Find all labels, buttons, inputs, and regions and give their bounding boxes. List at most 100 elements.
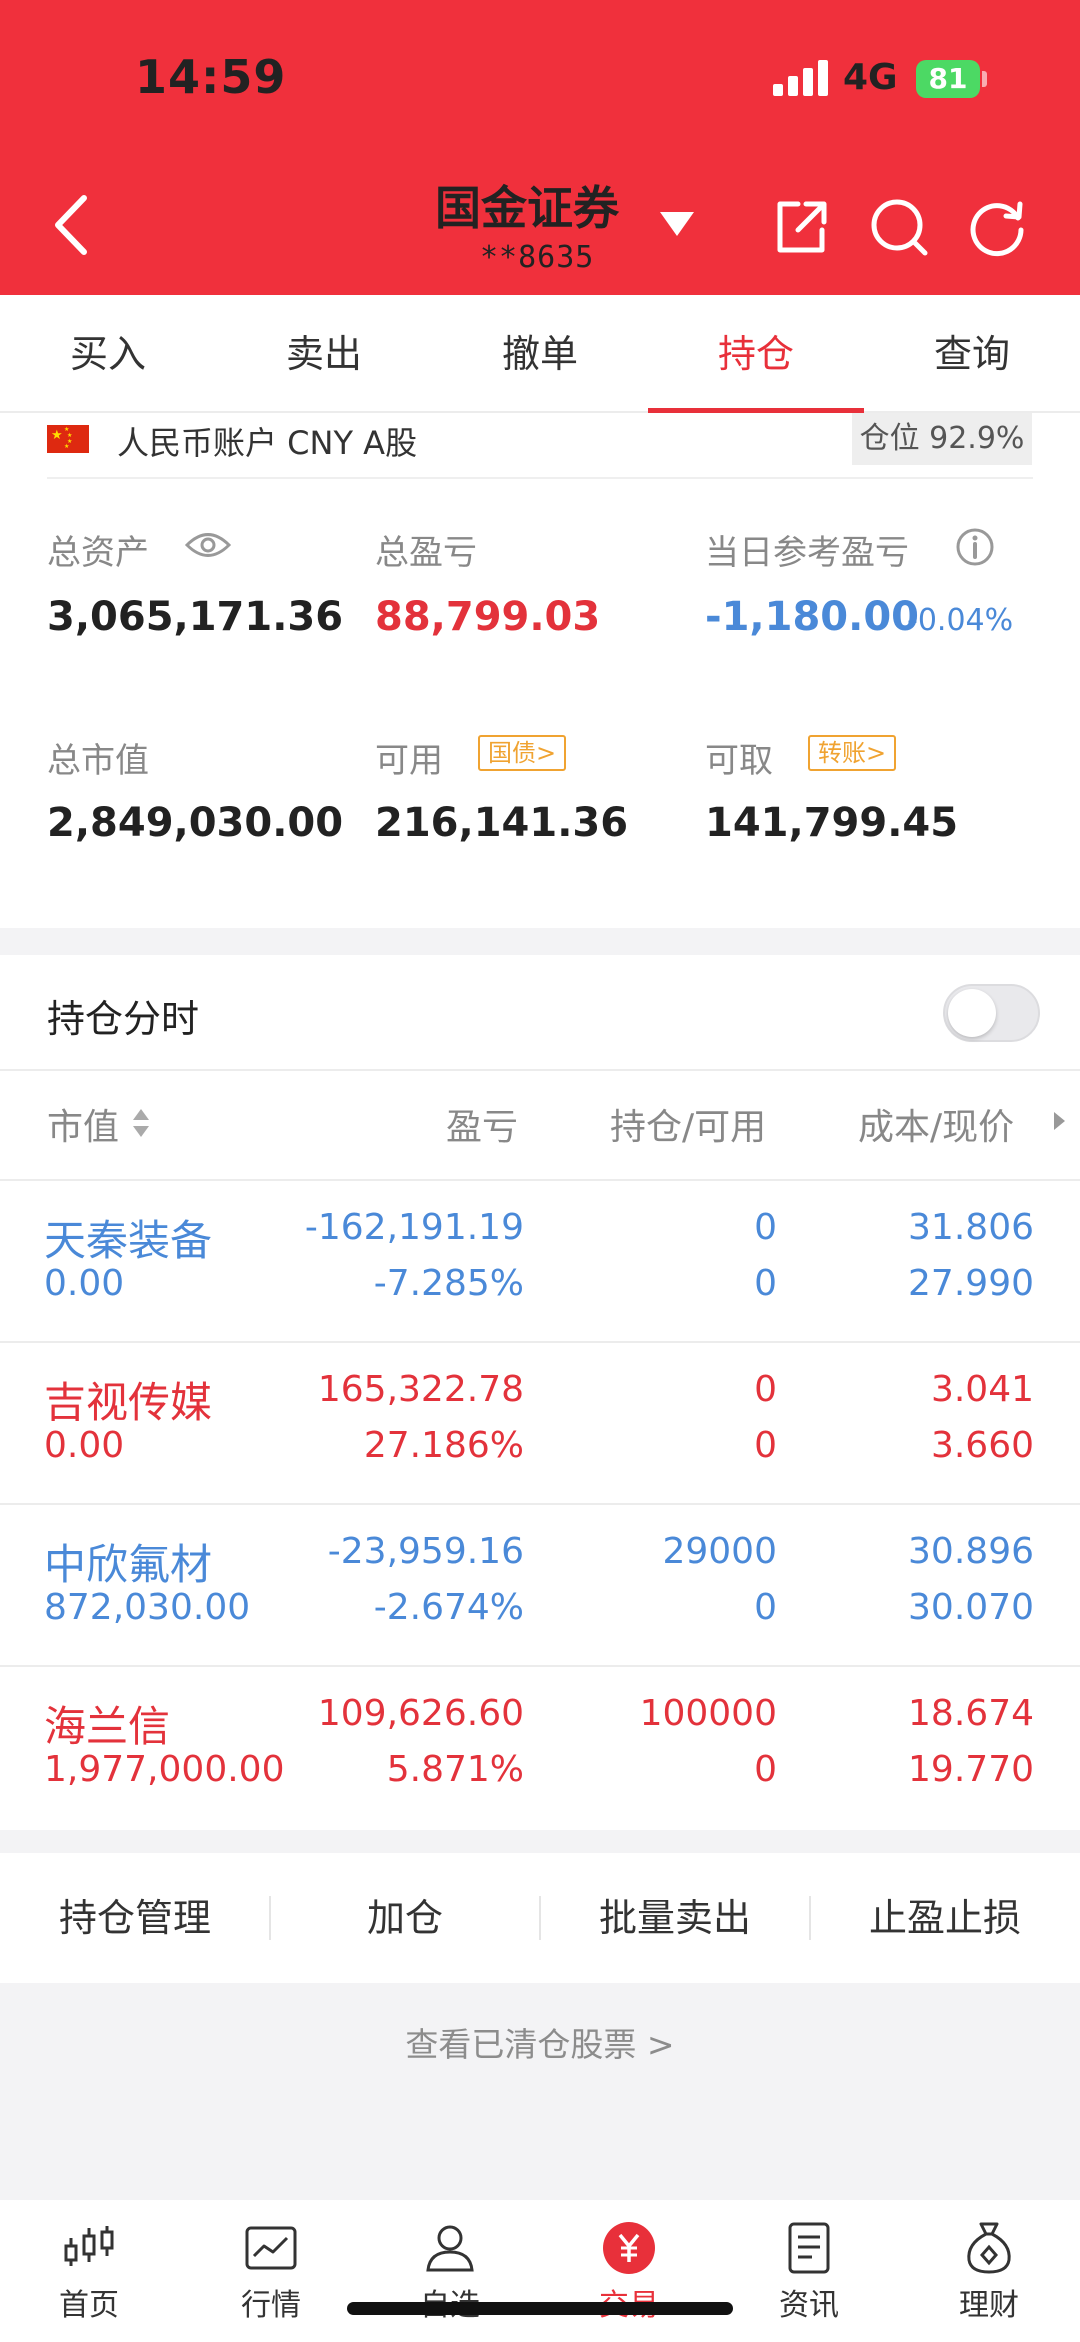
account-number: **8635 <box>480 240 595 275</box>
total-pnl-value: 88,799.03 <box>375 594 601 640</box>
withdrawable-value: 141,799.45 <box>705 800 959 846</box>
stock-pnl: -162,191.19 <box>304 1207 524 1248</box>
add-position-button[interactable]: 加仓 <box>270 1853 540 1983</box>
more-columns-icon[interactable] <box>1054 1112 1065 1130</box>
stock-market-value: 0.00 <box>44 1263 125 1304</box>
bottom-nav <box>0 2200 1080 2342</box>
table-row[interactable]: 吉视传媒 0.00 165,322.78 27.186% 0 0 3.041 3.660 <box>0 1343 1080 1505</box>
table-row[interactable]: 海兰信 1,977,000.00 109,626.60 5.871% 100000 0 18… <box>0 1667 1080 1829</box>
nav-label: 行情 <box>241 2288 301 2323</box>
eye-icon[interactable] <box>185 530 231 560</box>
total-pnl-label: 总盈亏 <box>375 533 477 573</box>
stock-market-value: 0.00 <box>44 1425 125 1466</box>
stock-position: 0 <box>754 1207 777 1248</box>
network-type: 4G <box>843 57 898 98</box>
row-divider <box>0 1069 1080 1071</box>
china-flag-icon: ★ ★ ★ ★ ★ <box>47 425 89 453</box>
moneybag-icon <box>967 2222 1011 2274</box>
stock-cost: 31.806 <box>908 1207 1034 1248</box>
total-assets-value: 3,065,171.36 <box>47 594 344 640</box>
trade-tabs: 买入 卖出 撤单 持仓 查询 <box>0 295 1080 413</box>
stock-available: 0 <box>754 1587 777 1628</box>
stock-pnl-pct: 27.186% <box>363 1425 524 1466</box>
total-assets-label: 总资产 <box>47 533 149 573</box>
home-indicator <box>347 2302 733 2315</box>
nav-label: 首页 <box>59 2288 119 2323</box>
person-icon <box>426 2225 474 2272</box>
sort-icon[interactable] <box>131 1105 151 1141</box>
back-icon[interactable] <box>48 190 98 260</box>
withdrawable-label: 可取 <box>705 741 773 781</box>
battery-tip <box>982 71 987 87</box>
stock-pnl: 165,322.78 <box>317 1369 524 1410</box>
stock-price: 19.770 <box>908 1749 1034 1790</box>
share-icon[interactable] <box>770 196 832 258</box>
position-timeshare-toggle[interactable] <box>943 984 1040 1042</box>
position-ratio-badge: 仓位 92.9% <box>852 413 1032 465</box>
stock-pnl-pct: -7.285% <box>373 1263 524 1304</box>
tab-cancel[interactable]: 撤单 <box>432 295 648 413</box>
account-summary <box>0 413 1080 928</box>
view-cleared-stocks-link[interactable]: 查看已清仓股票 > <box>0 2018 1080 2066</box>
stock-position: 100000 <box>639 1693 777 1734</box>
daily-pnl-pct: -0.04% <box>907 603 1014 638</box>
stock-price: 3.660 <box>930 1425 1034 1466</box>
table-row[interactable]: 中欣氟材 872,030.00 -23,959.16 -2.674% 29000 0 30.… <box>0 1505 1080 1667</box>
stock-position: 0 <box>754 1369 777 1410</box>
stock-name: 天秦装备 <box>44 1216 213 1265</box>
stock-cost: 3.041 <box>930 1369 1034 1410</box>
nav-home[interactable]: 首页 <box>29 2220 149 2324</box>
toggle-knob <box>948 989 996 1037</box>
account-dropdown-icon[interactable] <box>660 212 694 236</box>
yuan-icon <box>603 2222 655 2274</box>
candlestick-icon <box>64 2226 114 2266</box>
search-icon[interactable] <box>868 196 930 258</box>
position-management-button[interactable]: 持仓管理 <box>0 1853 270 1983</box>
market-value-value: 2,849,030.00 <box>47 800 344 846</box>
table-row[interactable]: 天秦装备 0.00 -162,191.19 -7.285% 0 0 31.806 27.990 <box>0 1181 1080 1343</box>
col-header-cost-price: 成本/现价 <box>858 1107 1015 1148</box>
stock-price: 27.990 <box>908 1263 1034 1304</box>
nav-market[interactable]: 行情 <box>211 2220 331 2324</box>
batch-sell-button[interactable]: 批量卖出 <box>540 1853 810 1983</box>
summary-divider <box>47 477 1033 479</box>
nav-label: 资讯 <box>779 2288 839 2323</box>
stock-pnl: -23,959.16 <box>327 1531 524 1572</box>
info-icon[interactable] <box>955 527 995 567</box>
tab-sell[interactable]: 卖出 <box>216 295 432 413</box>
stock-pnl-pct: 5.871% <box>386 1749 524 1790</box>
col-header-market-value[interactable]: 市值 <box>47 1098 119 1150</box>
stock-name: 吉视传媒 <box>44 1378 213 1427</box>
available-label: 可用 <box>375 741 443 781</box>
stock-cost: 30.896 <box>908 1531 1034 1572</box>
nav-label: 理财 <box>959 2288 1019 2323</box>
stock-price: 30.070 <box>908 1587 1034 1628</box>
take-profit-stop-loss-button[interactable]: 止盈止损 <box>810 1853 1080 1983</box>
market-value-label: 总市值 <box>47 741 149 781</box>
stock-cost: 18.674 <box>908 1693 1034 1734</box>
status-time: 14:59 <box>135 50 287 104</box>
daily-pnl-value: -1,180.00 <box>705 594 919 640</box>
available-value: 216,141.36 <box>375 800 629 846</box>
stock-name: 中欣氟材 <box>44 1540 213 1589</box>
tab-buy[interactable]: 买入 <box>0 295 216 413</box>
col-header-pnl: 盈亏 <box>446 1107 519 1148</box>
broker-name[interactable]: 国金证券 <box>435 172 619 238</box>
daily-pnl-label: 当日参考盈亏 <box>705 533 909 573</box>
chart-icon <box>245 2226 297 2270</box>
refresh-icon[interactable] <box>966 196 1028 258</box>
tab-query[interactable]: 查询 <box>864 295 1080 413</box>
nav-wealth[interactable]: 理财 <box>929 2220 1049 2324</box>
signal-icon <box>773 60 829 96</box>
tab-positions[interactable]: 持仓 <box>648 295 864 413</box>
treasury-bond-link[interactable]: 国债> <box>478 735 567 771</box>
account-currency-label: 人民币账户 CNY A股 <box>117 424 418 462</box>
battery-icon: 81 <box>916 60 980 98</box>
stock-name: 海兰信 <box>44 1702 171 1751</box>
stock-market-value: 872,030.00 <box>44 1587 251 1628</box>
stock-available: 0 <box>754 1425 777 1466</box>
nav-news[interactable]: 资讯 <box>749 2220 869 2324</box>
transfer-link[interactable]: 转账> <box>808 735 897 771</box>
stock-market-value: 1,977,000.00 <box>44 1749 285 1790</box>
document-icon <box>788 2222 830 2274</box>
